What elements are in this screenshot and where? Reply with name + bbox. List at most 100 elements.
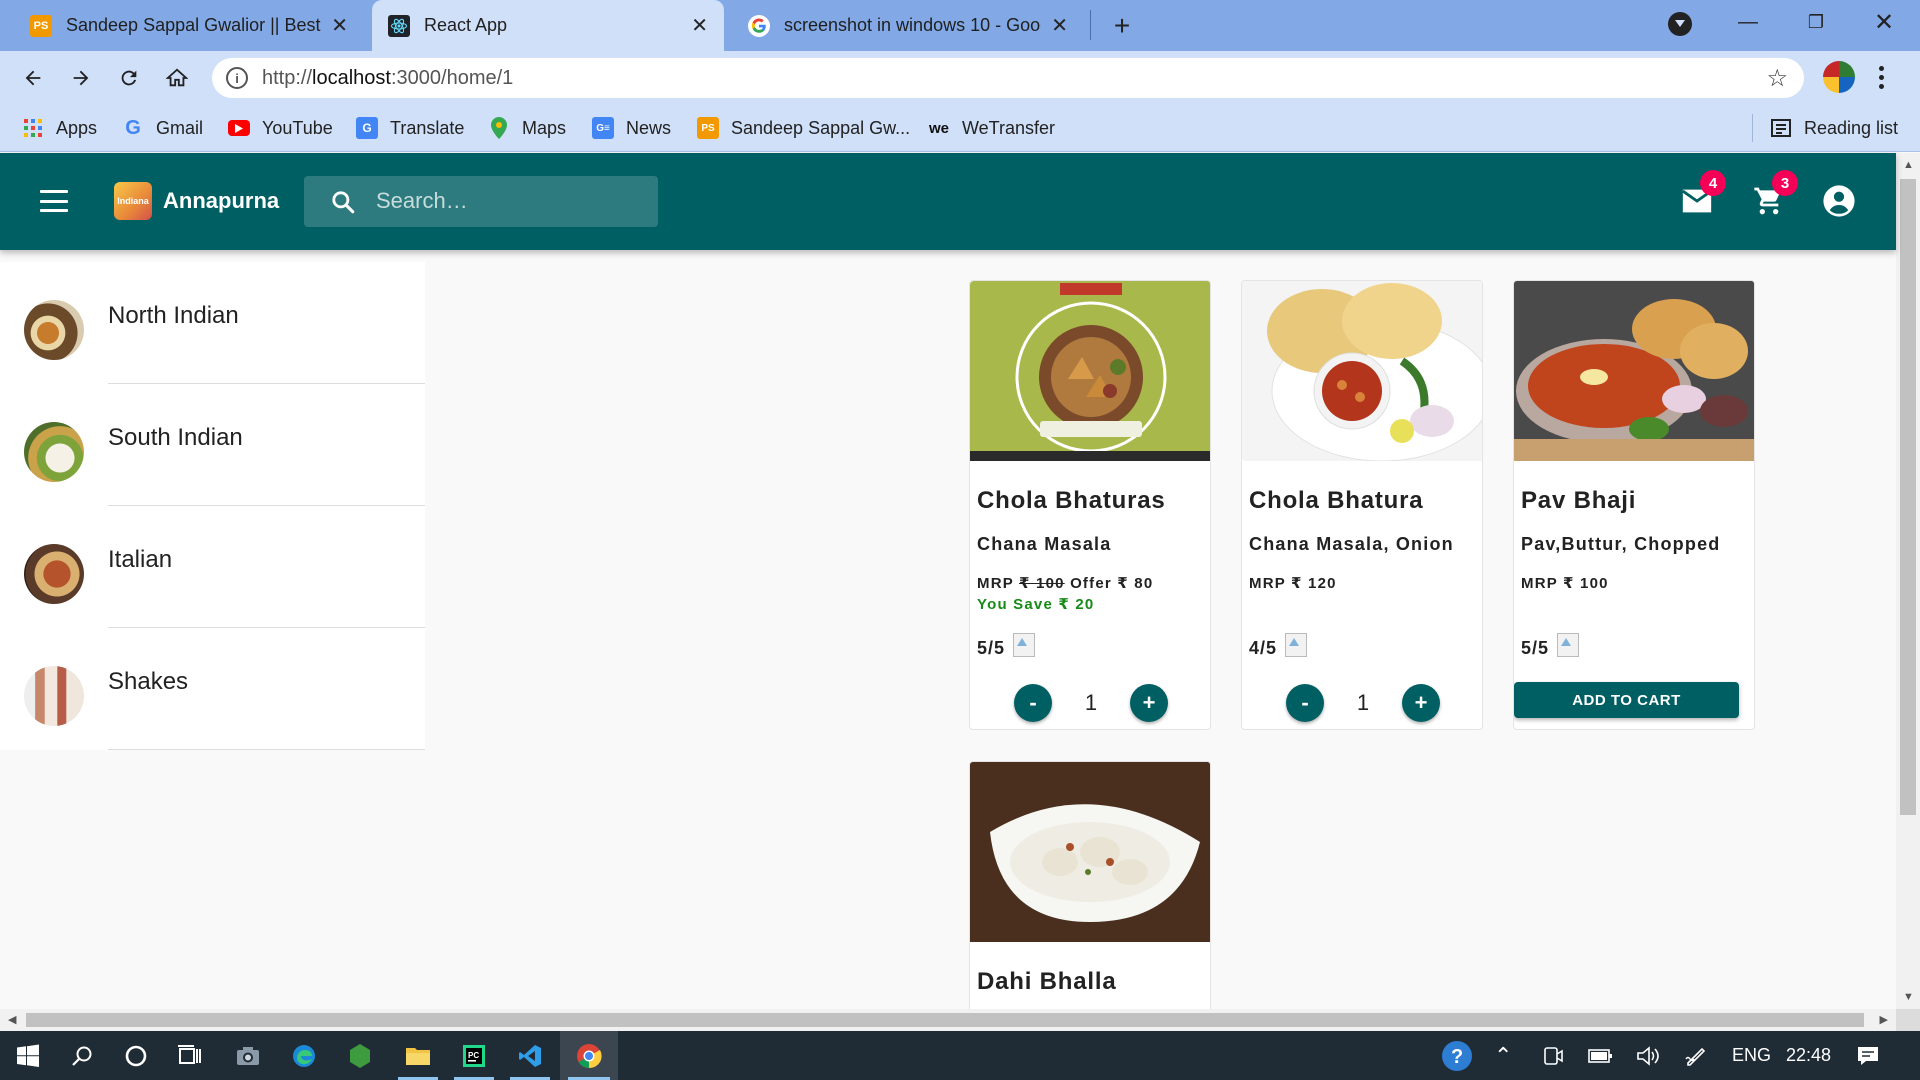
category-north-indian[interactable]: North Indian [0,262,425,384]
scrollbar-thumb[interactable] [1900,179,1916,815]
search-box[interactable] [304,176,658,227]
decrease-quantity-button[interactable]: - [1286,684,1324,722]
bookmark-star-icon[interactable]: ☆ [1766,64,1788,93]
scroll-left-arrow-icon[interactable]: ◀ [8,1013,16,1026]
edge-browser-button[interactable] [276,1031,332,1080]
account-button[interactable] [1820,182,1858,220]
tab-google-search[interactable]: screenshot in windows 10 - Goog ✕ [732,0,1084,51]
north-indian-avatar [24,300,84,360]
brand-name[interactable]: Annapurna [163,188,279,214]
scroll-up-arrow-icon[interactable]: ▲ [1903,159,1914,171]
bookmark-divider [1752,114,1753,142]
tab-react-app[interactable]: React App ✕ [372,0,724,51]
pycharm-button[interactable]: PC [446,1031,502,1080]
bookmark-gmail[interactable]: G Gmail [122,116,203,140]
nodejs-app-button[interactable] [332,1031,388,1080]
product-name: Dahi Bhalla [977,968,1117,995]
account-circle-icon [1823,185,1855,217]
tab-sandeep-sappal[interactable]: PS Sandeep Sappal Gwalior || Best S ✕ [14,0,364,51]
profile-avatar[interactable] [1823,61,1855,93]
product-image [1242,281,1482,462]
close-tab-icon[interactable]: ✕ [691,13,708,38]
battery-icon[interactable] [1588,1031,1614,1080]
reload-icon [121,70,137,86]
category-italian[interactable]: Italian [0,506,425,628]
vscode-icon [519,1044,541,1067]
camera-app-button[interactable] [220,1031,276,1080]
increase-quantity-button[interactable]: + [1402,684,1440,722]
chrome-menu-button[interactable] [1866,61,1896,93]
vscode-button[interactable] [502,1031,558,1080]
bookmark-label: Translate [390,117,465,138]
brand-logo[interactable]: Indiana [114,182,152,220]
bookmark-maps[interactable]: Maps [488,116,566,140]
category-label: North Indian [108,302,239,329]
chrome-button[interactable] [560,1031,618,1080]
cart-button[interactable]: 3 [1750,170,1798,220]
product-image [970,281,1210,461]
close-window-button[interactable]: ✕ [1850,0,1918,44]
home-button[interactable] [158,59,196,97]
bookmark-youtube[interactable]: YouTube [228,116,333,140]
bookmark-label: Apps [56,117,98,138]
apps-grid-icon [22,117,44,139]
help-tray-icon[interactable]: ? [1440,1031,1474,1080]
tab-search-button[interactable] [1668,12,1692,36]
category-label: South Indian [108,424,243,451]
pen-icon[interactable] [1684,1031,1708,1080]
increase-quantity-button[interactable]: + [1130,684,1168,722]
close-tab-icon[interactable]: ✕ [1051,13,1068,38]
volume-icon[interactable] [1636,1031,1660,1080]
vertical-scrollbar[interactable]: ▲ ▼ [1896,153,1920,1009]
file-explorer-button[interactable] [390,1031,446,1080]
quantity-value: 1 [1356,690,1370,715]
scrollbar-thumb[interactable] [26,1013,1864,1027]
product-image [970,762,1210,942]
language-indicator[interactable]: ENG [1732,1031,1771,1080]
add-to-cart-button[interactable]: ADD TO CART [1514,682,1739,718]
search-taskbar-button[interactable] [54,1031,110,1080]
product-card[interactable]: Pav Bhaji Pav,Buttur, Chopped MRP ₹ 100 … [1513,280,1755,730]
tab-title: Sandeep Sappal Gwalior || Best S [66,15,322,35]
broken-image-icon [1013,633,1036,657]
notifications-icon[interactable] [1856,1031,1880,1080]
bookmark-sandeep-sappal[interactable]: PS Sandeep Sappal Gw... [697,116,910,140]
address-bar[interactable]: i http://localhost:3000/home/1 ☆ [212,58,1804,98]
scroll-down-arrow-icon[interactable]: ▼ [1903,991,1914,1003]
reload-button[interactable] [110,59,148,97]
meet-now-icon[interactable] [1542,1031,1564,1080]
product-rating: 5/5 [977,633,1036,659]
ps-favicon-icon: PS [30,14,52,37]
bookmark-news[interactable]: G≡ News [592,116,671,140]
product-price: MRP ₹ 120 [1249,575,1337,592]
search-input[interactable] [376,184,646,218]
clock[interactable]: 22:48 [1786,1031,1831,1080]
category-south-indian[interactable]: South Indian [0,384,425,506]
cortana-button[interactable] [108,1031,164,1080]
bookmark-wetransfer[interactable]: we WeTransfer [928,116,1055,140]
horizontal-scrollbar[interactable]: ◀ ▶ [0,1009,1896,1031]
back-button[interactable] [14,59,52,97]
task-view-button[interactable] [162,1031,218,1080]
menu-icon[interactable] [40,190,68,212]
bookmark-translate[interactable]: G Translate [356,116,464,140]
reading-list-button[interactable]: Reading list [1770,116,1898,140]
category-shakes[interactable]: Shakes [0,628,425,750]
forward-button[interactable] [62,59,100,97]
start-button[interactable] [0,1031,56,1080]
product-card[interactable]: Chola Bhatura Chana Masala, Onion MRP ₹ … [1241,280,1483,730]
scroll-right-arrow-icon[interactable]: ▶ [1880,1013,1888,1026]
close-tab-icon[interactable]: ✕ [331,13,348,38]
minimize-button[interactable]: — [1714,0,1782,44]
decrease-quantity-button[interactable]: - [1014,684,1052,722]
new-tab-button[interactable]: + [1104,8,1140,44]
product-card[interactable]: Chola Bhaturas Chana Masala MRP ₹ 100 Of… [969,280,1211,730]
site-info-icon[interactable]: i [226,67,248,89]
windows-taskbar: PC ? ⌃ ENG 22:48 [0,1031,1920,1080]
product-card[interactable]: Dahi Bhalla [969,761,1211,1009]
google-icon [748,14,770,37]
restore-button[interactable]: ❐ [1782,0,1850,44]
show-hidden-icons-chevron-icon[interactable]: ⌃ [1494,1031,1512,1080]
bookmark-apps[interactable]: Apps [22,116,97,140]
mail-button[interactable]: 4 [1678,170,1726,220]
